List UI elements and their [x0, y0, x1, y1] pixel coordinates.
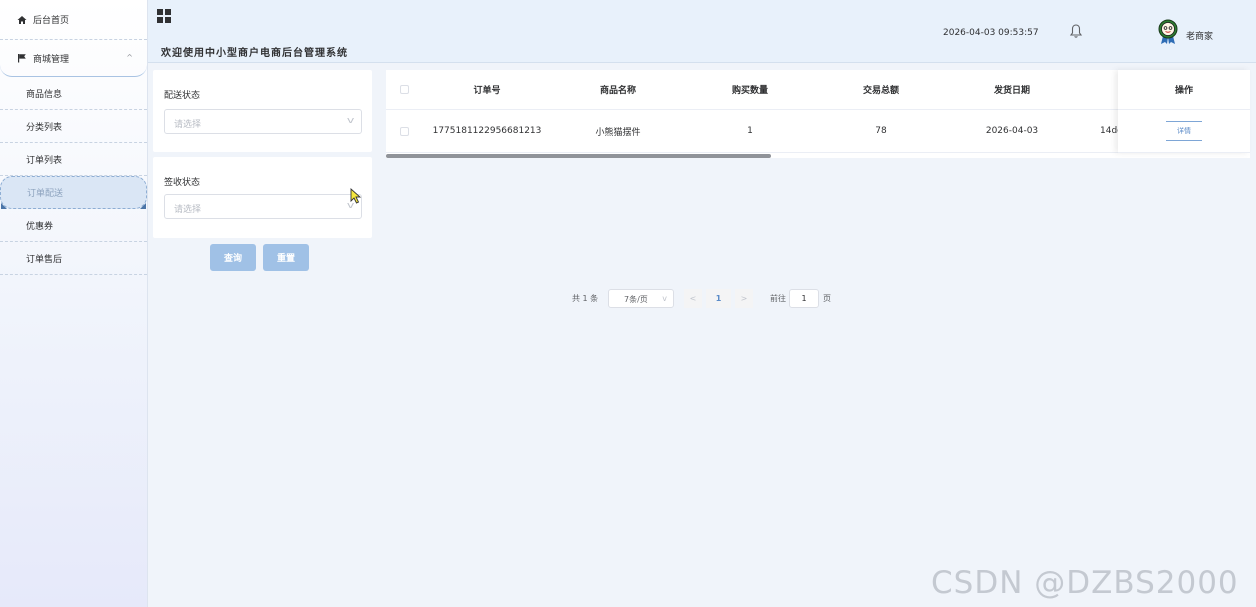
column-header: 商品名称	[599, 86, 636, 96]
select-placeholder: 请选择	[174, 205, 202, 215]
column-header: 订单号	[473, 86, 501, 96]
sidebar-item-label: 优惠券	[26, 221, 54, 232]
row-checkbox[interactable]	[399, 126, 409, 136]
sidebar-item-label: 后台首页	[33, 16, 70, 26]
avatar[interactable]	[1157, 19, 1179, 45]
sidebar-item-after-sales[interactable]: 订单售后	[0, 242, 147, 275]
grid-menu-icon[interactable]	[157, 9, 171, 23]
column-header: 购买数量	[731, 86, 768, 96]
delivery-status-label: 配送状态	[164, 91, 201, 101]
sidebar-item-order-delivery[interactable]: 订单配送	[0, 176, 147, 209]
sidebar-item-products[interactable]: 商品信息	[0, 77, 147, 110]
datetime-display: 2026-04-03 09:53:57	[943, 28, 1039, 38]
chevron-down-icon: v	[346, 116, 355, 126]
horizontal-scrollbar[interactable]	[386, 154, 771, 158]
reset-button[interactable]: 重置	[263, 244, 309, 271]
total-amount: 78	[875, 126, 887, 136]
sidebar-item-coupons[interactable]: 优惠券	[0, 209, 147, 242]
page-title: 欢迎使用中小型商户电商后台管理系统	[161, 48, 348, 59]
current-page-button[interactable]: 1	[706, 289, 731, 308]
chevron-down-icon: v	[662, 294, 667, 303]
sidebar: 后台首页 商城管理 ^ 商品信息 分类列表 订单列表 订单配送 优惠券 订单售后	[0, 0, 148, 607]
pagination-total: 共 1 条	[572, 294, 599, 303]
delivery-status-filter: 配送状态 请选择 v	[153, 70, 372, 152]
select-all-checkbox[interactable]	[399, 85, 409, 94]
query-button[interactable]: 查询	[210, 244, 256, 271]
delivery-status-select[interactable]: 请选择 v	[164, 109, 362, 134]
page-size-value: 7条/页	[624, 295, 648, 304]
product-name: 小熊猫摆件	[595, 127, 641, 138]
detail-button[interactable]: 详情	[1166, 121, 1202, 141]
sidebar-item-label: 订单列表	[26, 155, 63, 166]
receipt-status-label: 签收状态	[164, 178, 201, 188]
sidebar-item-orders[interactable]: 订单列表	[0, 143, 147, 176]
sidebar-item-categories[interactable]: 分类列表	[0, 110, 147, 143]
column-header: 交易总额	[862, 86, 899, 96]
order-number: 1775181122956681213	[432, 126, 542, 136]
prev-page-button[interactable]: <	[684, 289, 702, 308]
bell-icon[interactable]	[1068, 23, 1084, 39]
next-page-button[interactable]: >	[735, 289, 753, 308]
operation-column: 操作 详情	[1118, 70, 1250, 153]
column-header: 操作	[1118, 70, 1250, 110]
sidebar-item-label: 分类列表	[26, 122, 63, 133]
chevron-left-icon: <	[689, 294, 697, 303]
ship-date: 2026-04-03	[985, 126, 1039, 136]
select-placeholder: 请选择	[174, 120, 202, 130]
goto-page-input[interactable]: 1	[789, 289, 819, 308]
receipt-status-filter: 签收状态 请选择 v	[153, 157, 372, 238]
receipt-status-select[interactable]: 请选择 v	[164, 194, 362, 219]
mouse-cursor-icon	[350, 187, 362, 204]
quantity: 1	[747, 126, 753, 136]
sidebar-group-mall[interactable]: 商城管理 ^	[0, 40, 147, 77]
sidebar-item-label: 商城管理	[33, 54, 70, 65]
page-unit-label: 页	[823, 294, 831, 303]
chevron-up-icon: ^	[126, 53, 133, 62]
column-header: 发货日期	[993, 86, 1030, 96]
sidebar-item-home[interactable]: 后台首页	[0, 0, 147, 40]
goto-label: 前往	[770, 294, 786, 303]
flag-icon	[16, 52, 28, 64]
sidebar-item-label: 订单售后	[26, 254, 63, 265]
orders-table: 订单号 商品名称 购买数量 交易总额 发货日期 1775181122956681…	[386, 70, 1250, 158]
sidebar-item-label: 商品信息	[26, 89, 63, 100]
user-name[interactable]: 老商家	[1186, 29, 1213, 42]
page-size-select[interactable]: 7条/页 v	[608, 289, 674, 308]
watermark: CSDN @DZBS2000	[931, 565, 1239, 601]
sidebar-item-label: 订单配送	[27, 189, 64, 199]
header: 欢迎使用中小型商户电商后台管理系统 2026-04-03 09:53:57 老商…	[148, 0, 1256, 63]
home-icon	[16, 14, 28, 26]
chevron-right-icon: >	[740, 294, 748, 303]
